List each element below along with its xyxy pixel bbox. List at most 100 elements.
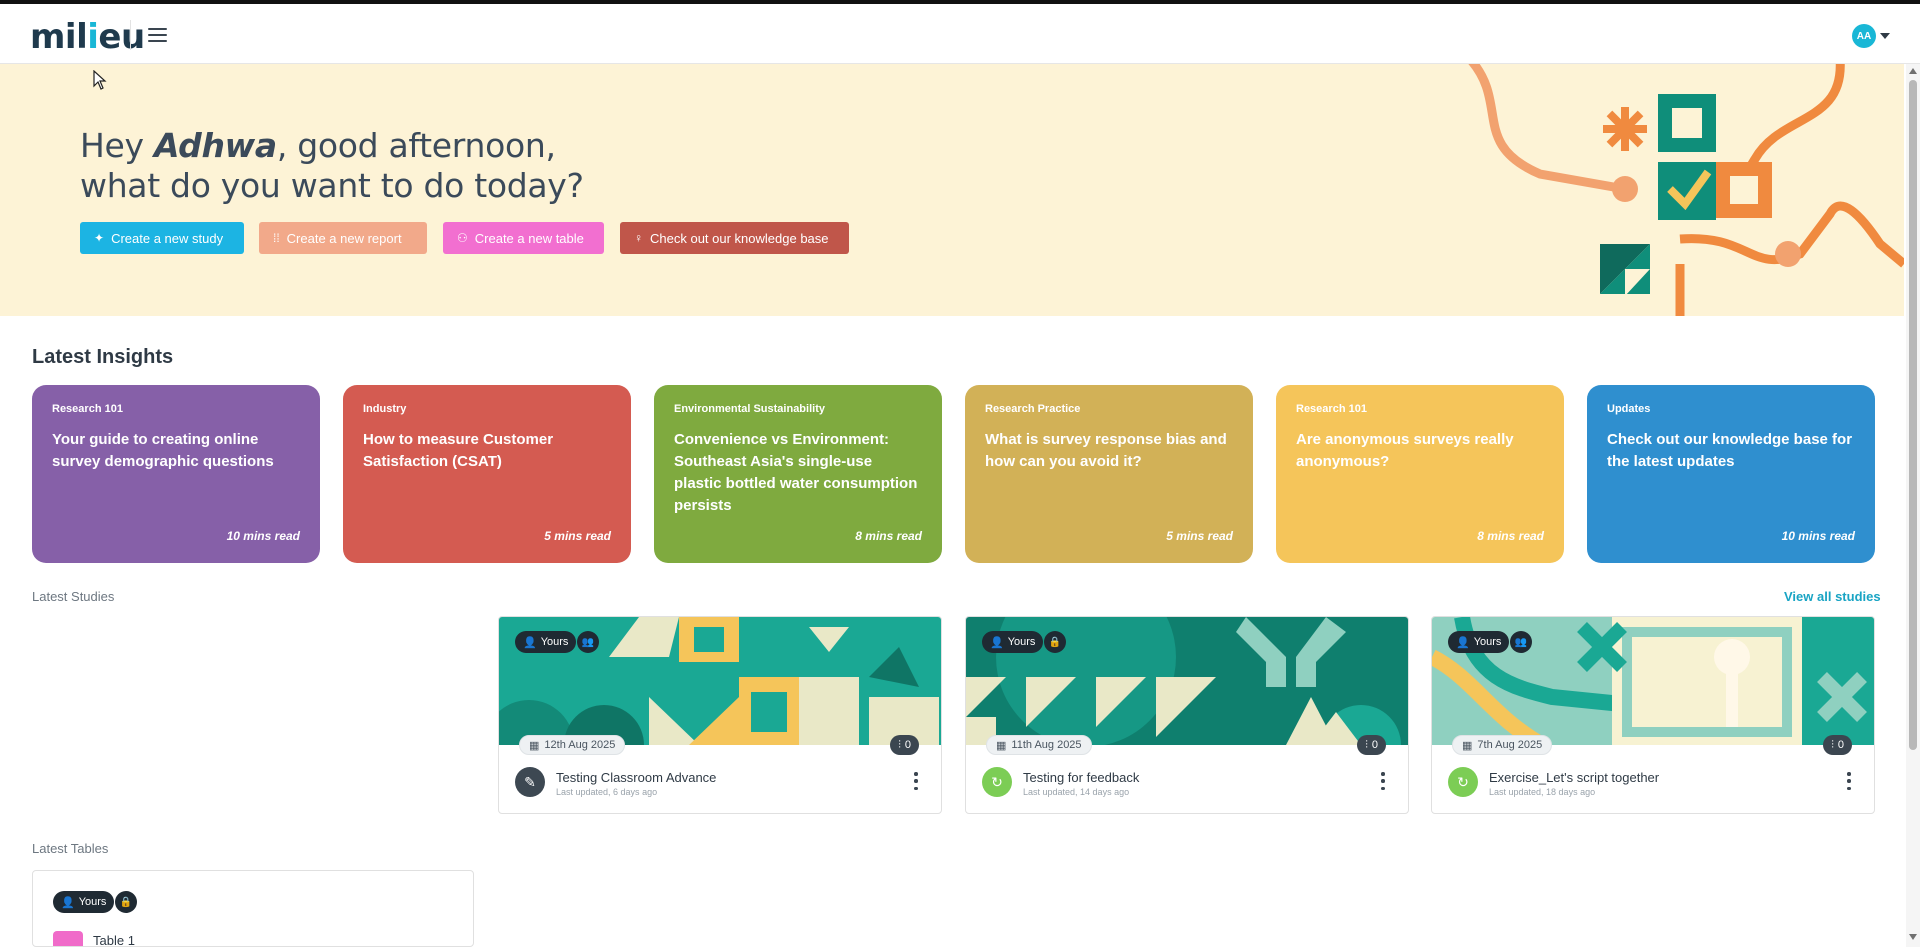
user-icon: 👤 bbox=[61, 896, 75, 909]
study-card[interactable]: 👤 Yours 👥 ▦ 7th Aug 2025 ⫶ 0 ↻ Exercise_Let… bbox=[1431, 616, 1875, 814]
respondent-count: ⫶ 0 bbox=[890, 735, 919, 755]
table-card[interactable]: 👤 Yours 🔒 Table 1 bbox=[32, 870, 474, 947]
user-icon: 👤 bbox=[1456, 636, 1470, 649]
avatar[interactable]: AA bbox=[1852, 24, 1876, 48]
insight-title: Convenience vs Environment: Southeast As… bbox=[674, 431, 918, 514]
create-table-button[interactable]: ⚇ Create a new table bbox=[443, 222, 604, 254]
edit-status-icon: ✎ bbox=[515, 767, 545, 797]
lock-icon: 🔒 bbox=[115, 891, 137, 913]
table-icon bbox=[53, 931, 83, 946]
grid-dots-icon: ⁞⁞ bbox=[273, 231, 280, 245]
caret-down-icon[interactable] bbox=[1880, 33, 1890, 39]
insight-read-time: 5 mins read bbox=[544, 529, 611, 543]
lock-icon: 🔒 bbox=[1044, 631, 1066, 653]
milieu-logo[interactable]: milieu bbox=[30, 17, 145, 57]
insight-category: Industry bbox=[363, 403, 407, 415]
study-name[interactable]: Testing for feedback bbox=[1023, 770, 1139, 785]
insight-card[interactable]: Environmental Sustainability Convenience… bbox=[654, 385, 942, 563]
respondent-count-value: 0 bbox=[1837, 739, 1844, 751]
study-date: ▦ 11th Aug 2025 bbox=[986, 735, 1092, 755]
insight-category: Research 101 bbox=[52, 403, 123, 415]
insight-read-time: 8 mins read bbox=[1477, 529, 1544, 543]
insight-category: Environmental Sustainability bbox=[674, 403, 825, 415]
create-table-label: Create a new table bbox=[474, 230, 584, 246]
insight-read-time: 10 mins read bbox=[1781, 529, 1855, 543]
scroll-down-arrow-icon[interactable] bbox=[1909, 934, 1917, 940]
study-date-label: 7th Aug 2025 bbox=[1477, 739, 1543, 751]
user-icon: 👤 bbox=[990, 636, 1004, 649]
view-all-studies-link[interactable]: View all studies bbox=[1784, 589, 1881, 604]
insight-title: Check out our knowledge base for the lat… bbox=[1607, 431, 1853, 470]
page-scrollbar[interactable] bbox=[1906, 64, 1920, 947]
insight-title: What is survey response bias and how can… bbox=[985, 431, 1227, 470]
top-bar: milieu AA bbox=[0, 0, 1920, 64]
respondent-count-value: 0 bbox=[904, 739, 911, 751]
hamburger-menu-icon[interactable] bbox=[148, 24, 170, 46]
owner-badge: 👤 Yours bbox=[982, 631, 1044, 653]
more-options-icon[interactable] bbox=[1846, 772, 1852, 790]
hero-illustration bbox=[1468, 64, 1904, 316]
insight-card[interactable]: Research 101 Your guide to creating onli… bbox=[32, 385, 320, 563]
scroll-up-arrow-icon[interactable] bbox=[1909, 68, 1917, 74]
knowledge-base-label: Check out our knowledge base bbox=[650, 230, 829, 246]
study-name[interactable]: Testing Classroom Advance bbox=[556, 770, 716, 785]
greeting-prefix: Hey bbox=[80, 126, 154, 165]
study-card[interactable]: 👤 Yours 🔒 ▦ 11th Aug 2025 ⫶ 0 ↻ Testing for… bbox=[965, 616, 1409, 814]
owner-badge: 👤 Yours bbox=[53, 891, 115, 913]
logo-text-dot: i bbox=[87, 17, 99, 57]
lightbulb-icon: ♀ bbox=[634, 231, 643, 245]
group-icon: 👥 bbox=[577, 631, 599, 653]
sync-status-icon: ↻ bbox=[1448, 767, 1478, 797]
study-date: ▦ 12th Aug 2025 bbox=[519, 735, 626, 755]
study-date-label: 12th Aug 2025 bbox=[544, 739, 616, 751]
respondent-count: ⫶ 0 bbox=[1823, 735, 1852, 755]
create-report-label: Create a new report bbox=[286, 230, 402, 246]
group-icon: 👥 bbox=[1510, 631, 1532, 653]
owner-label: Yours bbox=[1473, 636, 1502, 648]
calendar-icon: ▦ bbox=[996, 739, 1007, 752]
owner-badge: 👤 Yours bbox=[1448, 631, 1510, 653]
insight-card[interactable]: Research 101 Are anonymous surveys reall… bbox=[1276, 385, 1564, 563]
more-options-icon[interactable] bbox=[1380, 772, 1386, 790]
owner-label: Yours bbox=[1007, 636, 1036, 648]
insight-card[interactable]: Industry How to measure Customer Satisfa… bbox=[343, 385, 631, 563]
bars-icon: ⫶ bbox=[898, 738, 901, 751]
mouse-cursor-icon bbox=[93, 70, 107, 90]
owner-label: Yours bbox=[78, 896, 107, 908]
insight-card[interactable]: Updates Check out our knowledge base for… bbox=[1587, 385, 1875, 563]
respondent-count: ⫶ 0 bbox=[1357, 735, 1386, 755]
study-last-updated: Last updated, 18 days ago bbox=[1489, 787, 1596, 797]
insight-read-time: 8 mins read bbox=[855, 529, 922, 543]
bars-icon: ⫶ bbox=[1365, 738, 1368, 751]
insight-title: Your guide to creating online survey dem… bbox=[52, 431, 274, 470]
greeting-line-2: what do you want to do today? bbox=[80, 166, 584, 205]
latest-studies-title: Latest Studies bbox=[32, 589, 115, 604]
study-name[interactable]: Exercise_Let's script together bbox=[1489, 770, 1659, 785]
study-card[interactable]: 👤 Yours 👥 ▦ 12th Aug 2025 ⫶ 0 ✎ Testing Cla… bbox=[498, 616, 942, 814]
create-report-button[interactable]: ⁞⁞ Create a new report bbox=[259, 222, 427, 254]
owner-badge: 👤 Yours bbox=[515, 631, 577, 653]
hero-banner: Hey Adhwa, good afternoon, what do you w… bbox=[0, 64, 1904, 316]
insight-read-time: 10 mins read bbox=[226, 529, 300, 543]
user-name: Adhwa bbox=[153, 126, 277, 165]
study-date: ▦ 7th Aug 2025 bbox=[1452, 735, 1553, 755]
latest-tables-title: Latest Tables bbox=[32, 841, 109, 856]
magic-wand-icon: ✦ bbox=[94, 231, 105, 245]
more-options-icon[interactable] bbox=[913, 772, 919, 790]
create-study-button[interactable]: ✦ Create a new study bbox=[80, 222, 244, 254]
sync-status-icon: ↻ bbox=[982, 767, 1012, 797]
knowledge-base-button[interactable]: ♀ Check out our knowledge base bbox=[620, 222, 849, 254]
insight-category: Research Practice bbox=[985, 403, 1081, 415]
logo-text-b: eu bbox=[98, 17, 145, 57]
owner-label: Yours bbox=[540, 636, 569, 648]
scrollbar-thumb[interactable] bbox=[1909, 80, 1917, 750]
table-name[interactable]: Table 1 bbox=[93, 933, 135, 946]
insight-read-time: 5 mins read bbox=[1166, 529, 1233, 543]
user-icon: 👤 bbox=[523, 636, 537, 649]
insight-card[interactable]: Research Practice What is survey respons… bbox=[965, 385, 1253, 563]
latest-insights-title: Latest Insights bbox=[32, 346, 174, 368]
calendar-icon: ▦ bbox=[529, 739, 540, 752]
insight-title: How to measure Customer Satisfaction (CS… bbox=[363, 431, 554, 470]
bars-icon: ⫶ bbox=[1831, 738, 1834, 751]
table-icon: ⚇ bbox=[457, 231, 468, 245]
